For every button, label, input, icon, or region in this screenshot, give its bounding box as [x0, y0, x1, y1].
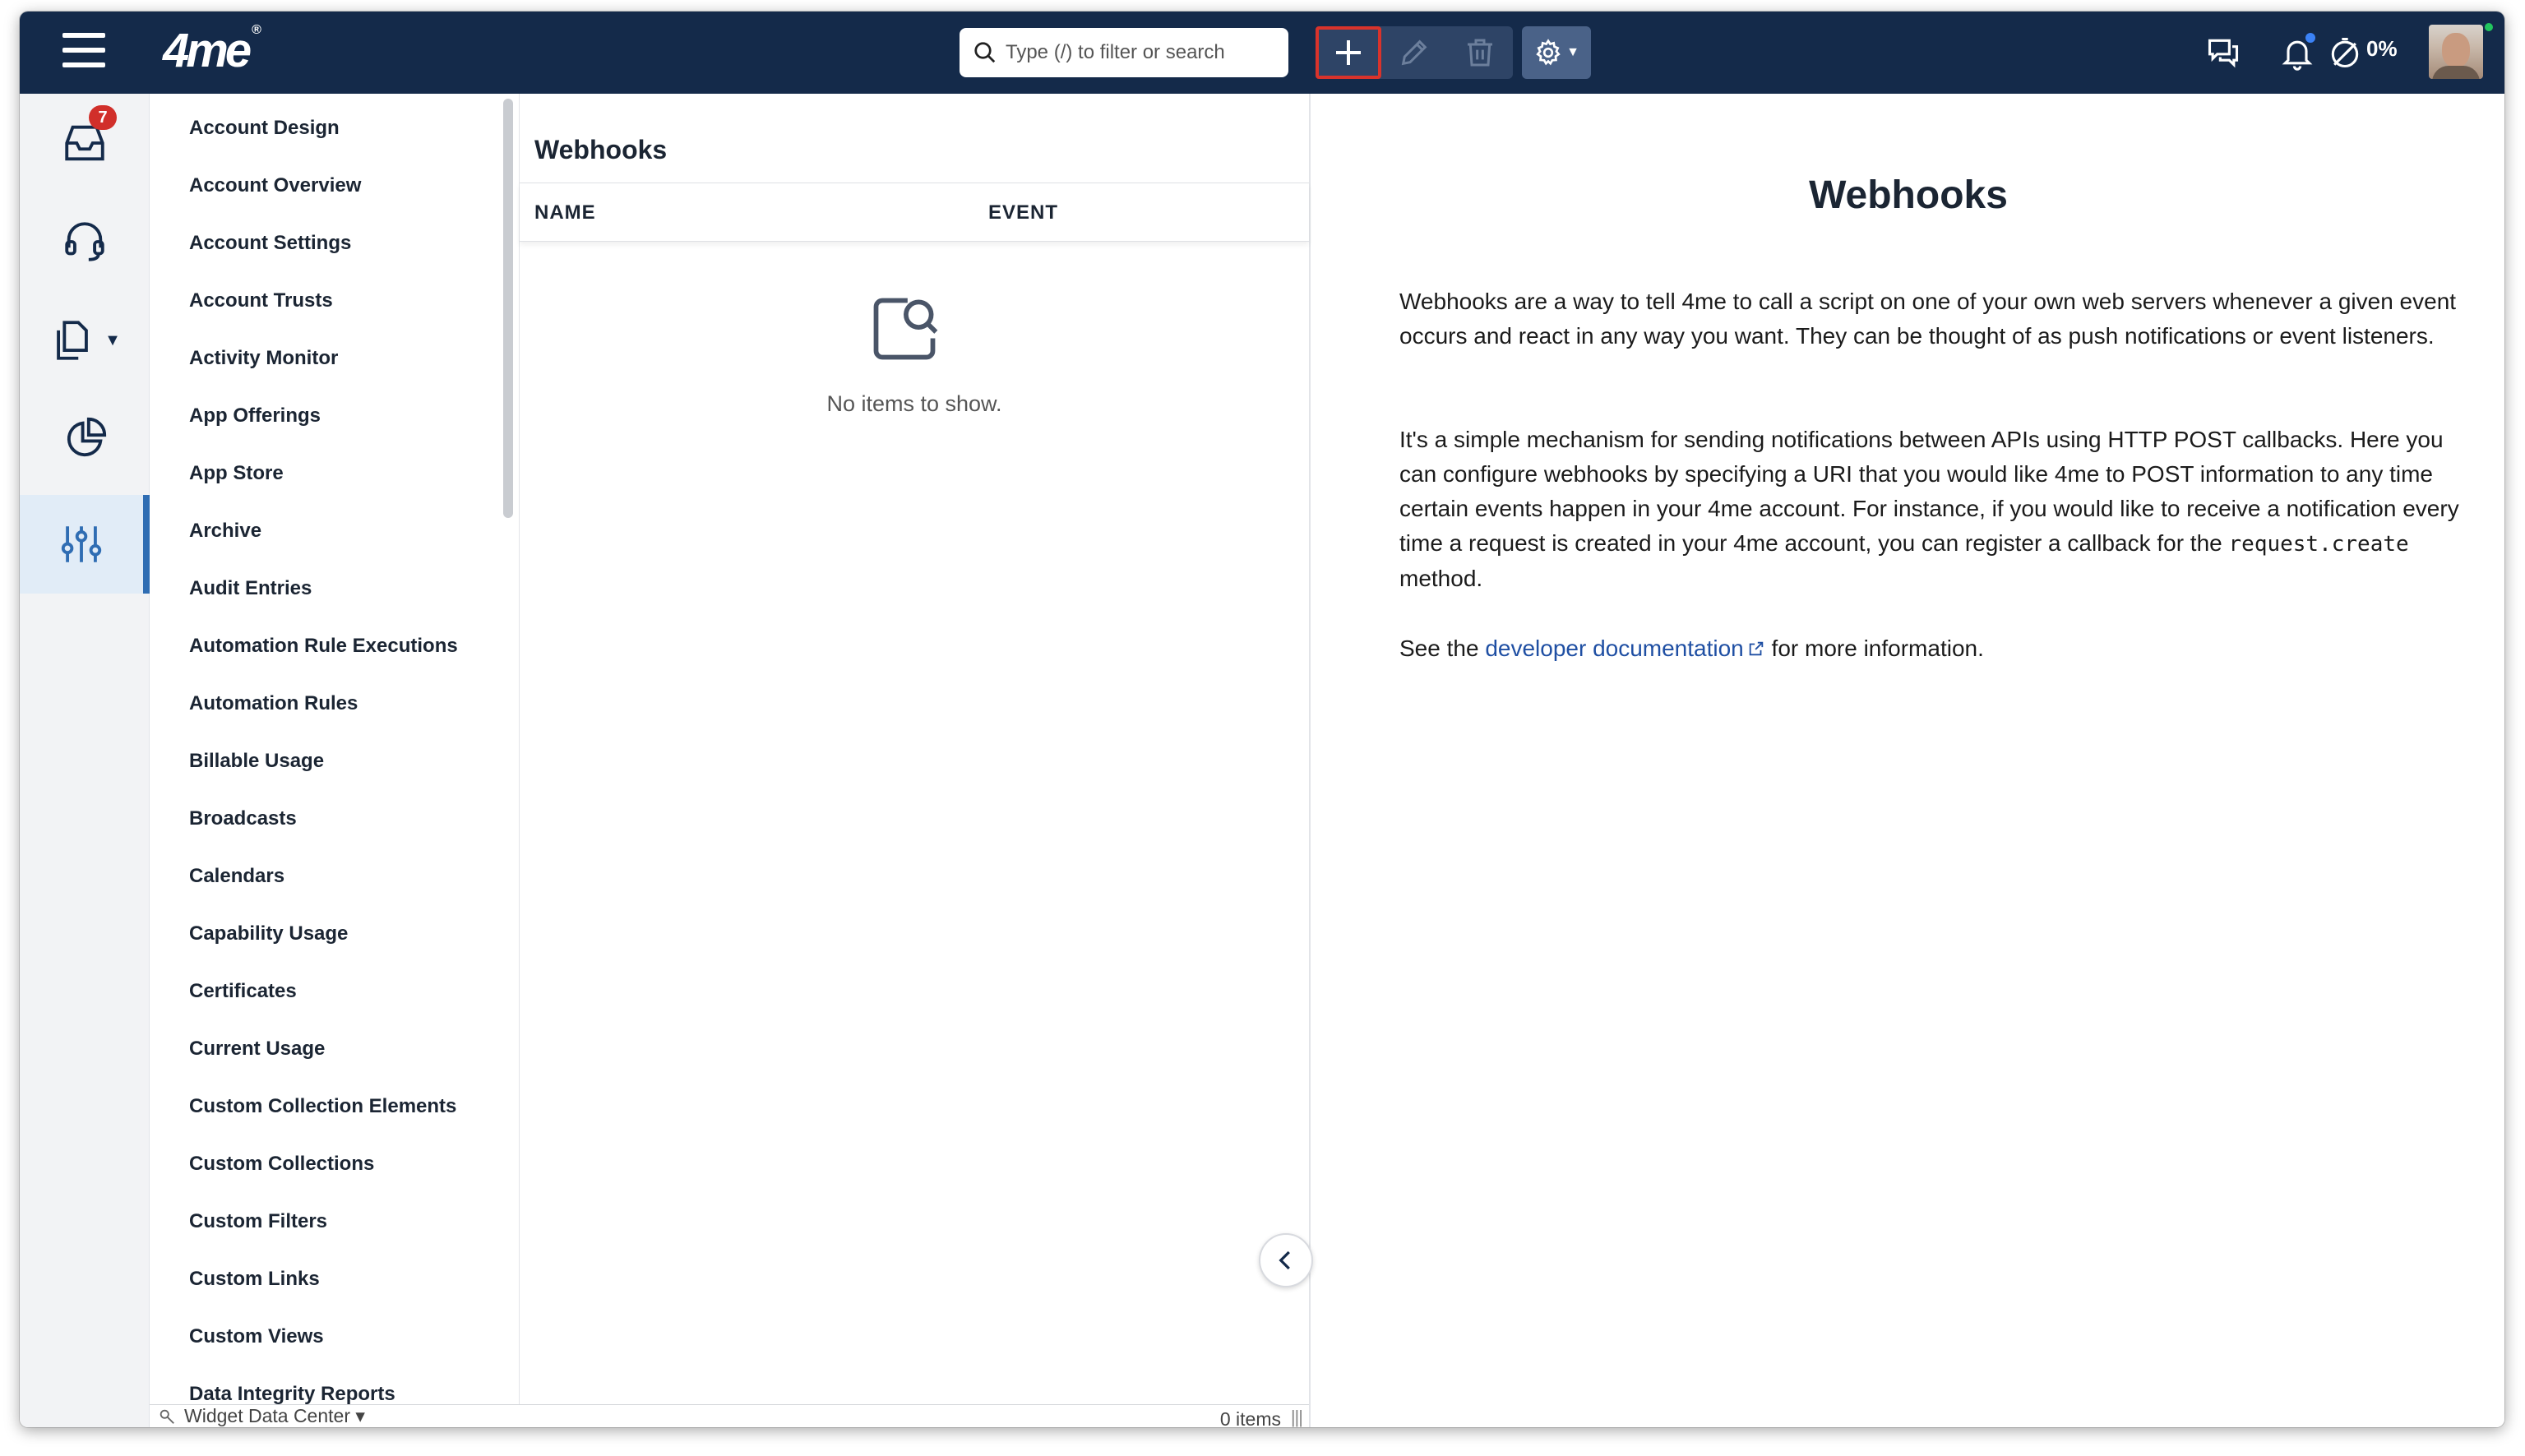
developer-documentation-link[interactable]: developer documentation — [1485, 636, 1764, 661]
settings-nav-item[interactable]: Account Trusts — [189, 289, 333, 312]
settings-nav-item[interactable]: Activity Monitor — [189, 347, 338, 370]
logo-registered-mark: ® — [252, 23, 261, 37]
chat-button[interactable] — [2200, 30, 2246, 76]
column-header-event[interactable]: EVENT — [988, 201, 1058, 224]
settings-nav-item[interactable]: Capability Usage — [189, 922, 348, 945]
add-icon — [1336, 40, 1362, 65]
chevron-down-icon: ▼ — [1566, 45, 1579, 59]
settings-nav-item[interactable]: Account Design — [189, 117, 340, 140]
column-header-name[interactable]: NAME — [534, 201, 596, 224]
widget-icon — [160, 1409, 174, 1424]
settings-nav-item[interactable]: Custom Links — [189, 1268, 320, 1291]
pie-chart-icon — [67, 417, 107, 457]
settings-nav-item[interactable]: App Offerings — [189, 404, 321, 428]
settings-nav: Account Design Account Overview Account Se… — [150, 94, 520, 1404]
rail-analytics[interactable] — [20, 390, 150, 488]
chevron-left-icon — [1279, 1250, 1290, 1270]
delete-icon — [1468, 39, 1493, 67]
list-title: Webhooks — [534, 135, 668, 164]
headset-icon — [65, 222, 104, 261]
chevron-down-icon: ▼ — [104, 330, 121, 349]
nav-scrollbar[interactable] — [503, 99, 513, 518]
method-code: request.create — [2228, 532, 2409, 557]
gear-icon — [1536, 39, 1561, 66]
search-box[interactable] — [960, 28, 1288, 77]
detail-paragraph-3: See the developer documentation for more… — [1399, 631, 2460, 666]
top-bar: 4me® ▼ 0 — [20, 12, 2504, 94]
notification-dot — [2304, 31, 2317, 44]
icon-rail: 7 ▼ — [20, 94, 150, 1427]
settings-nav-item[interactable]: Archive — [189, 520, 261, 543]
search-icon — [974, 42, 996, 63]
item-count: 0 items — [1219, 1408, 1281, 1427]
external-link-icon — [1749, 641, 1764, 656]
menu-icon[interactable] — [62, 33, 105, 71]
rail-records[interactable]: ▼ — [20, 291, 150, 390]
documents-icon — [57, 321, 88, 360]
settings-nav-item[interactable]: Custom Views — [189, 1325, 324, 1348]
timer-icon — [2331, 37, 2359, 68]
chat-icon — [2208, 39, 2239, 68]
detail-panel: Webhooks Webhooks are a way to tell 4me … — [1312, 94, 2504, 1427]
rail-settings[interactable] — [20, 495, 150, 594]
settings-nav-item[interactable]: Current Usage — [189, 1038, 325, 1061]
paragraph-3-suffix: for more information. — [1764, 636, 1984, 661]
settings-nav-item[interactable]: Certificates — [189, 980, 297, 1003]
rail-inbox[interactable]: 7 — [20, 94, 150, 192]
paragraph-3-prefix: See the — [1399, 636, 1486, 661]
settings-nav-item[interactable]: Custom Collections — [189, 1153, 374, 1176]
avatar[interactable] — [2429, 25, 2483, 79]
record-actions — [1316, 26, 1513, 79]
webhooks-list-panel: Webhooks NAME EVENT No items to show. 0 … — [520, 94, 1311, 1427]
inbox-count-badge: 7 — [89, 105, 117, 130]
settings-nav-item[interactable]: Broadcasts — [189, 807, 297, 830]
app-logo[interactable]: 4me ® — [163, 23, 261, 78]
time-progress-label: 0% — [2366, 36, 2398, 61]
detail-paragraph-2: It's a simple mechanism for sending noti… — [1399, 423, 2460, 596]
edit-icon — [1401, 39, 1427, 66]
detail-title: Webhooks — [1809, 173, 2008, 217]
settings-nav-item[interactable]: Custom Collection Elements — [189, 1095, 456, 1118]
detail-paragraph-1: Webhooks are a way to tell 4me to call a… — [1399, 289, 2457, 349]
notifications-button[interactable] — [2274, 30, 2320, 76]
app-window: 4me® ▼ 0 — [20, 12, 2504, 1427]
settings-nav-item[interactable]: App Store — [189, 462, 284, 485]
settings-nav-item[interactable]: Data Integrity Reports — [189, 1383, 395, 1404]
settings-nav-item[interactable]: Account Settings — [189, 232, 351, 255]
widget-data-center-label: Widget Data Center ▾ — [184, 1405, 365, 1426]
settings-menu-button[interactable]: ▼ — [1522, 26, 1591, 79]
settings-nav-item[interactable]: Billable Usage — [189, 750, 324, 773]
time-tracking-button[interactable] — [2322, 30, 2368, 76]
edit-button[interactable] — [1381, 26, 1447, 79]
list-footer: 0 items ||| — [520, 1404, 1309, 1427]
settings-nav-item[interactable]: Calendars — [189, 865, 284, 888]
sliders-icon — [61, 526, 102, 562]
delete-button[interactable] — [1447, 26, 1513, 79]
collapse-panel-button[interactable] — [1259, 1233, 1313, 1287]
logo-text: 4me — [163, 24, 252, 77]
settings-nav-item[interactable]: Audit Entries — [189, 577, 312, 600]
empty-state-text: No items to show. — [826, 391, 1002, 416]
settings-nav-item[interactable]: Custom Filters — [189, 1210, 327, 1233]
widget-data-center-menu[interactable]: Widget Data Center ▾ — [150, 1404, 520, 1427]
settings-nav-item[interactable]: Automation Rule Executions — [189, 635, 458, 658]
link-label: developer documentation — [1485, 636, 1744, 661]
settings-nav-item[interactable]: Automation Rules — [189, 692, 358, 715]
rail-service-desk[interactable] — [20, 192, 150, 291]
online-status-dot — [2483, 21, 2495, 33]
settings-nav-item[interactable]: Account Overview — [189, 174, 361, 197]
search-input[interactable] — [1006, 41, 1277, 64]
empty-search-icon — [873, 298, 938, 360]
add-button[interactable] — [1316, 26, 1382, 79]
paragraph-2-suffix: method. — [1399, 566, 1483, 591]
list-header: NAME EVENT — [520, 183, 1309, 242]
resize-grip-icon[interactable]: ||| — [1291, 1407, 1303, 1427]
